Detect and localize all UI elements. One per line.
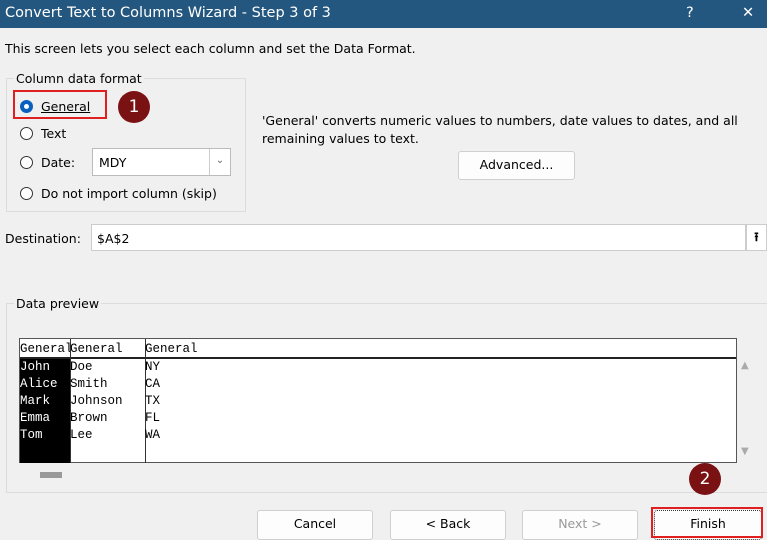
table-cell: Emma: [20, 411, 51, 425]
radio-skip[interactable]: Do not import column (skip): [20, 186, 217, 201]
date-format-select[interactable]: MDY ⌄: [92, 148, 231, 176]
radio-general[interactable]: General: [20, 99, 90, 114]
column-header[interactable]: General: [70, 341, 145, 358]
table-cell: Tom: [20, 428, 43, 442]
radio-text[interactable]: Text: [20, 126, 66, 141]
title-bar: Convert Text to Columns Wizard - Step 3 …: [0, 0, 767, 28]
next-button[interactable]: Next >: [522, 510, 638, 540]
chevron-down-icon[interactable]: ⌄: [209, 149, 230, 175]
radio-date[interactable]: Date:: [20, 155, 75, 170]
window-title: Convert Text to Columns Wizard - Step 3 …: [5, 5, 331, 21]
step-badge-2: 2: [689, 463, 721, 495]
scroll-up-icon[interactable]: ▲: [741, 360, 749, 371]
advanced-button[interactable]: Advanced...: [458, 151, 575, 180]
table-cell: NY: [145, 360, 161, 374]
radio-icon: [20, 156, 33, 169]
column-header[interactable]: General: [145, 341, 735, 358]
table-cell: Doe: [70, 360, 93, 374]
column-format-legend: Column data format: [14, 71, 144, 86]
table-cell: Alice: [20, 377, 58, 391]
table-cell: FL: [145, 411, 161, 425]
table-cell: Brown: [70, 411, 108, 425]
table-cell: Smith: [70, 377, 108, 391]
table-cell: CA: [145, 377, 161, 391]
table-cell: Mark: [20, 394, 51, 408]
radio-icon: [20, 127, 33, 140]
scroll-down-icon[interactable]: ▼: [741, 446, 749, 457]
table-cell: Johnson: [70, 394, 123, 408]
destination-label: Destination:: [5, 231, 81, 246]
description: This screen lets you select each column …: [5, 41, 416, 56]
data-preview-table[interactable]: General General General John Doe NY Alice Smith…: [19, 338, 737, 463]
horizontal-scrollbar-thumb[interactable]: [40, 472, 62, 478]
radio-icon: [20, 187, 33, 200]
table-cell: Lee: [70, 428, 93, 442]
highlight-box: [651, 507, 763, 538]
back-button[interactable]: < Back: [390, 510, 506, 540]
help-button[interactable]: ?: [686, 5, 694, 21]
cancel-button[interactable]: Cancel: [257, 510, 373, 540]
collapse-dialog-icon[interactable]: ⭱: [746, 224, 767, 251]
close-button[interactable]: ✕: [742, 5, 754, 21]
table-cell: John: [20, 360, 51, 374]
radio-icon: [20, 100, 33, 113]
info-line-1: 'General' converts numeric values to num…: [262, 113, 738, 128]
info-line-2: remaining values to text.: [262, 131, 419, 146]
table-cell: TX: [145, 394, 161, 408]
column-header[interactable]: General: [20, 341, 70, 358]
step-badge-1: 1: [118, 91, 150, 123]
table-cell: WA: [145, 428, 161, 442]
destination-input[interactable]: $A$2: [91, 224, 746, 251]
data-preview-legend: Data preview: [14, 296, 102, 311]
